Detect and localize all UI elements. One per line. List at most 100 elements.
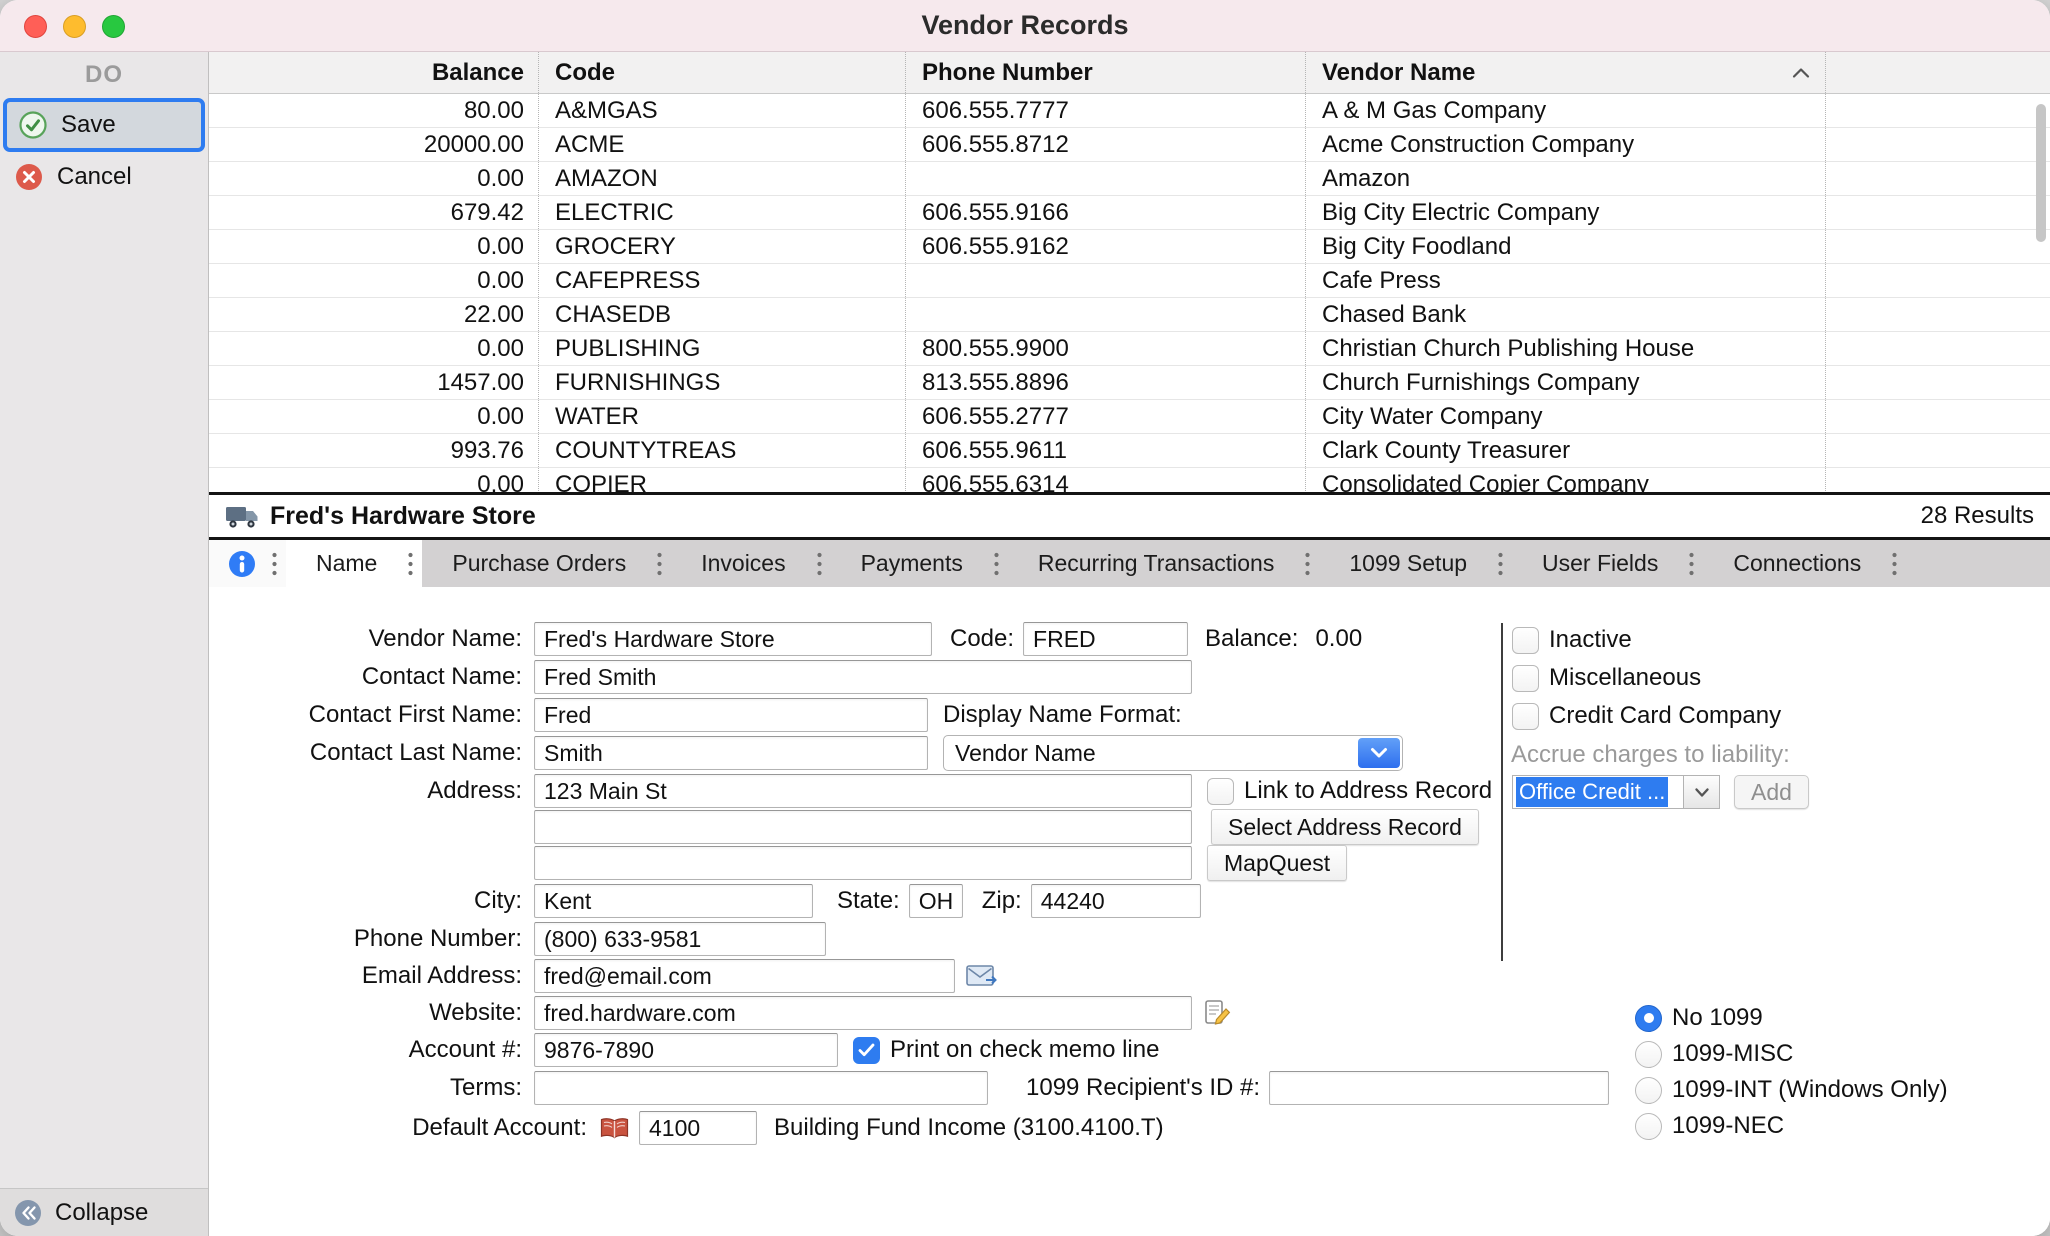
address-line2-input[interactable]: [534, 810, 1192, 844]
column-header-balance[interactable]: Balance: [209, 52, 539, 93]
table-row[interactable]: 20000.00ACME606.555.8712Acme Constructio…: [209, 128, 2050, 162]
display-name-format-select[interactable]: Vendor Name: [943, 735, 1403, 771]
1099-nec-radio[interactable]: [1635, 1113, 1662, 1140]
results-count: 28 Results: [1921, 502, 2034, 530]
cell-balance: 993.76: [209, 434, 539, 467]
table-row[interactable]: 0.00COPIER606.555.6314Consolidated Copie…: [209, 468, 2050, 492]
cell-vendor: Big City Electric Company: [1306, 196, 1826, 229]
collapse-button[interactable]: Collapse: [0, 1188, 208, 1236]
tab-drag-handle-icon[interactable]: [1304, 551, 1319, 577]
tab-1099-setup[interactable]: 1099 Setup: [1319, 540, 1512, 587]
table-row[interactable]: 679.42ELECTRIC606.555.9166Big City Elect…: [209, 196, 2050, 230]
zip-label: Zip:: [982, 887, 1022, 915]
miscellaneous-checkbox[interactable]: [1512, 665, 1539, 692]
contact-last-name-input[interactable]: [534, 736, 928, 770]
account-number-input[interactable]: [534, 1033, 838, 1067]
no-1099-radio[interactable]: [1635, 1005, 1662, 1032]
state-input[interactable]: [909, 884, 963, 918]
contact-first-name-input[interactable]: [534, 698, 928, 732]
print-memo-checkbox[interactable]: [853, 1037, 880, 1064]
cell-phone: 606.555.6314: [906, 468, 1306, 492]
tab-drag-handle-icon[interactable]: [816, 551, 831, 577]
state-label: State:: [837, 887, 900, 915]
phone-number-input[interactable]: [534, 922, 826, 956]
tab-user-fields[interactable]: User Fields: [1512, 540, 1703, 587]
cell-code: FURNISHINGS: [539, 366, 906, 399]
cancel-button[interactable]: Cancel: [0, 152, 208, 202]
table-row[interactable]: 0.00PUBLISHING800.555.9900Christian Chur…: [209, 332, 2050, 366]
tab-drag-handle-icon[interactable]: [1688, 551, 1703, 577]
table-row[interactable]: 0.00WATER606.555.2777City Water Company: [209, 400, 2050, 434]
edit-website-icon[interactable]: [1203, 999, 1232, 1028]
minimize-window-button[interactable]: [63, 15, 86, 38]
tab-drag-handle-icon[interactable]: [656, 551, 671, 577]
recipient-id-input[interactable]: [1269, 1071, 1609, 1105]
table-scrollbar[interactable]: [2036, 104, 2046, 242]
tab-drag-handle-icon[interactable]: [1497, 551, 1512, 577]
chevron-down-icon: [1358, 738, 1400, 768]
cell-balance: 1457.00: [209, 366, 539, 399]
tab-drag-handle-icon[interactable]: [271, 551, 286, 577]
cell-vendor: Acme Construction Company: [1306, 128, 1826, 161]
cell-extra: [1826, 196, 2050, 229]
contact-name-input[interactable]: [534, 660, 1192, 694]
tab-label: Invoices: [701, 550, 785, 577]
terms-input[interactable]: [534, 1071, 988, 1105]
liability-account-select[interactable]: Office Credit ...: [1512, 775, 1720, 809]
table-row[interactable]: 993.76COUNTYTREAS606.555.9611Clark Count…: [209, 434, 2050, 468]
tab-drag-handle-icon[interactable]: [407, 551, 422, 577]
panel-divider: [1501, 623, 1503, 961]
add-liability-button[interactable]: Add: [1734, 775, 1809, 809]
address-line1-input[interactable]: [534, 774, 1192, 808]
column-header-phone-number[interactable]: Phone Number: [906, 52, 1306, 93]
tab-invoices[interactable]: Invoices: [671, 540, 830, 587]
credit-card-company-checkbox[interactable]: [1512, 703, 1539, 730]
email-icon[interactable]: [966, 964, 997, 989]
zip-input[interactable]: [1031, 884, 1201, 918]
code-input[interactable]: [1023, 622, 1188, 656]
link-address-checkbox[interactable]: [1207, 778, 1234, 805]
address-line3-input[interactable]: [534, 846, 1192, 880]
close-window-button[interactable]: [24, 15, 47, 38]
1099-int-radio[interactable]: [1635, 1077, 1662, 1104]
1099-nec-label: 1099-NEC: [1672, 1112, 1784, 1140]
cell-balance: 22.00: [209, 298, 539, 331]
tab-name[interactable]: Name: [286, 540, 422, 587]
tab-drag-handle-icon[interactable]: [1891, 551, 1906, 577]
mapquest-button[interactable]: MapQuest: [1207, 845, 1347, 881]
cell-code: GROCERY: [539, 230, 906, 263]
tab-recurring-transactions[interactable]: Recurring Transactions: [1008, 540, 1320, 587]
table-row[interactable]: 0.00AMAZONAmazon: [209, 162, 2050, 196]
column-header-vendor-name[interactable]: Vendor Name: [1306, 52, 1826, 93]
cell-phone: 606.555.9166: [906, 196, 1306, 229]
tab-purchase-orders[interactable]: Purchase Orders: [422, 540, 671, 587]
inactive-label: Inactive: [1549, 626, 1632, 654]
save-button[interactable]: Save: [3, 98, 205, 152]
tab-drag-handle-icon[interactable]: [993, 551, 1008, 577]
table-row[interactable]: 22.00CHASEDBChased Bank: [209, 298, 2050, 332]
vendor-name-header-label: Vendor Name: [1322, 52, 1475, 93]
vendor-name-input[interactable]: [534, 622, 932, 656]
display-name-format-label: Display Name Format:: [943, 701, 1182, 729]
1099-misc-radio[interactable]: [1635, 1041, 1662, 1068]
zoom-window-button[interactable]: [102, 15, 125, 38]
table-row[interactable]: 0.00CAFEPRESSCafe Press: [209, 264, 2050, 298]
inactive-checkbox[interactable]: [1512, 627, 1539, 654]
table-row[interactable]: 0.00GROCERY606.555.9162Big City Foodland: [209, 230, 2050, 264]
city-input[interactable]: [534, 884, 813, 918]
tab-connections[interactable]: Connections: [1703, 540, 1906, 587]
tab-payments[interactable]: Payments: [831, 540, 1008, 587]
contact-last-name-label: Contact Last Name:: [209, 739, 534, 767]
window-titlebar[interactable]: Vendor Records: [0, 0, 2050, 52]
email-address-input[interactable]: [534, 959, 955, 993]
account-book-icon[interactable]: [599, 1116, 630, 1141]
website-input[interactable]: [534, 996, 1192, 1030]
column-header-code[interactable]: Code: [539, 52, 906, 93]
table-row[interactable]: 80.00A&MGAS606.555.7777A & M Gas Company: [209, 94, 2050, 128]
table-row[interactable]: 1457.00FURNISHINGS813.555.8896Church Fur…: [209, 366, 2050, 400]
select-address-record-button[interactable]: Select Address Record: [1211, 809, 1479, 845]
info-button[interactable]: [209, 540, 286, 587]
record-bar: Fred's Hardware Store 28 Results: [209, 492, 2050, 540]
default-account-input[interactable]: [639, 1111, 757, 1145]
cell-phone: 606.555.8712: [906, 128, 1306, 161]
